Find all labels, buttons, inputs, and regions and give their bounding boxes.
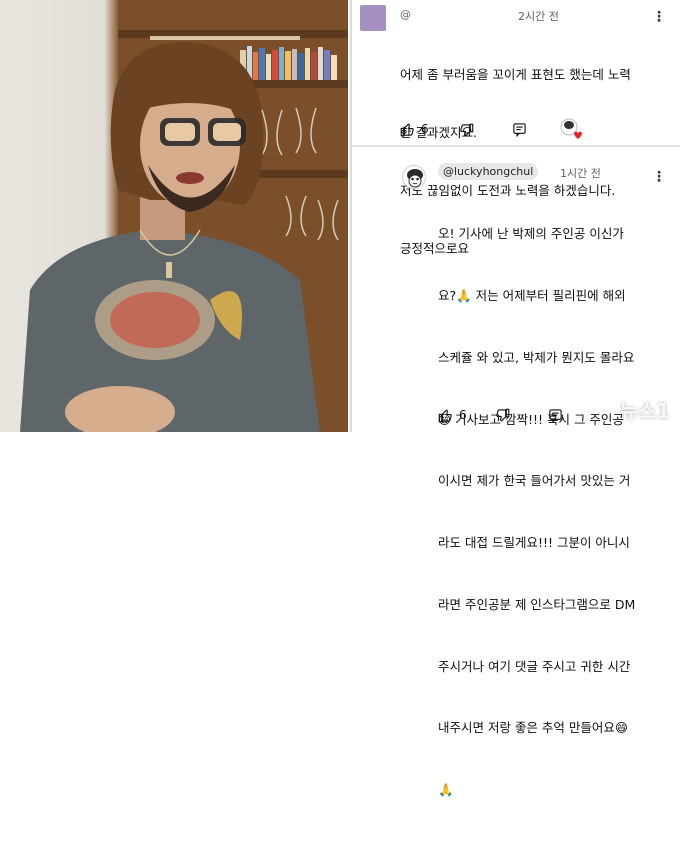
- like-button[interactable]: 6: [400, 120, 429, 138]
- comment-body: 오! 기사에 난 박제의 주인공 이신가 요?🙏 저는 어제부터 필리핀에 해외…: [438, 183, 635, 842]
- comment-line: 😄 기사보고 깜짝!!! 혹시 그 주인공: [438, 411, 624, 427]
- video-frame-photo: [0, 0, 348, 432]
- comment-line: 오! 기사에 난 박제의 주인공 이신가: [438, 226, 624, 242]
- like-count: 6: [459, 408, 467, 422]
- comment-line: 스케쥴 와 있고, 박제가 뭔지도 몰라요: [438, 349, 635, 365]
- comment-line: 라면 주인공분 제 인스타그램으로 DM: [438, 596, 636, 612]
- reply-button[interactable]: [512, 120, 527, 138]
- comment-handle[interactable]: @luckyhongchul: [438, 163, 539, 180]
- thumbs-up-icon: [400, 123, 414, 136]
- reply-button[interactable]: [548, 406, 563, 424]
- comment-time[interactable]: 1시간 전: [560, 165, 601, 181]
- comment-line: 내주시면 저랑 좋은 추억 만들어요😄: [438, 720, 628, 736]
- comment-line: 이시면 제가 한국 들어가서 맛있는 거: [438, 473, 631, 489]
- dislike-button[interactable]: [459, 121, 474, 139]
- comment-time[interactable]: 2시간 전: [518, 8, 559, 24]
- more-vertical-icon[interactable]: ⋮: [652, 168, 666, 186]
- creator-avatar-icon: [560, 118, 582, 139]
- man-with-wig-illustration: [20, 0, 348, 432]
- avatar[interactable]: [360, 5, 386, 31]
- like-button[interactable]: 6: [438, 406, 467, 424]
- thumbs-down-icon: [496, 408, 510, 421]
- reply-comment-icon: [549, 408, 562, 423]
- reply-comment-icon: [513, 122, 526, 137]
- like-count: 6: [421, 122, 429, 136]
- comment-thread-top: @ 2시간 전 ⋮ 어제 좀 부러움을 꼬이게 표현도 했는데 노력 한 결과겠…: [352, 0, 680, 256]
- dislike-button[interactable]: [495, 406, 510, 424]
- avatar[interactable]: [402, 165, 426, 189]
- comment-line: 어제 좀 부러움을 꼬이게 표현도 했는데 노력: [400, 66, 631, 82]
- comment-line: 🙏: [438, 782, 454, 798]
- comment-handle[interactable]: @: [400, 8, 411, 21]
- comments-panel: @ 2시간 전 ⋮ 어제 좀 부러움을 꼬이게 표현도 했는데 노력 한 결과겠…: [350, 0, 680, 797]
- thumbs-up-icon: [438, 409, 452, 422]
- comment-line: 라도 대접 드릴게요!!! 그분이 아니시: [438, 535, 630, 551]
- thumbs-down-icon: [460, 123, 474, 136]
- creator-heart-icon[interactable]: [560, 118, 582, 140]
- news1-watermark-logo: 뉴스1: [619, 399, 670, 423]
- more-vertical-icon[interactable]: ⋮: [652, 8, 666, 26]
- comment-line: 주시거나 여기 댓글 주시고 귀한 시간: [438, 658, 631, 674]
- comment-line: 요?🙏 저는 어제부터 필리핀에 해외: [438, 287, 626, 303]
